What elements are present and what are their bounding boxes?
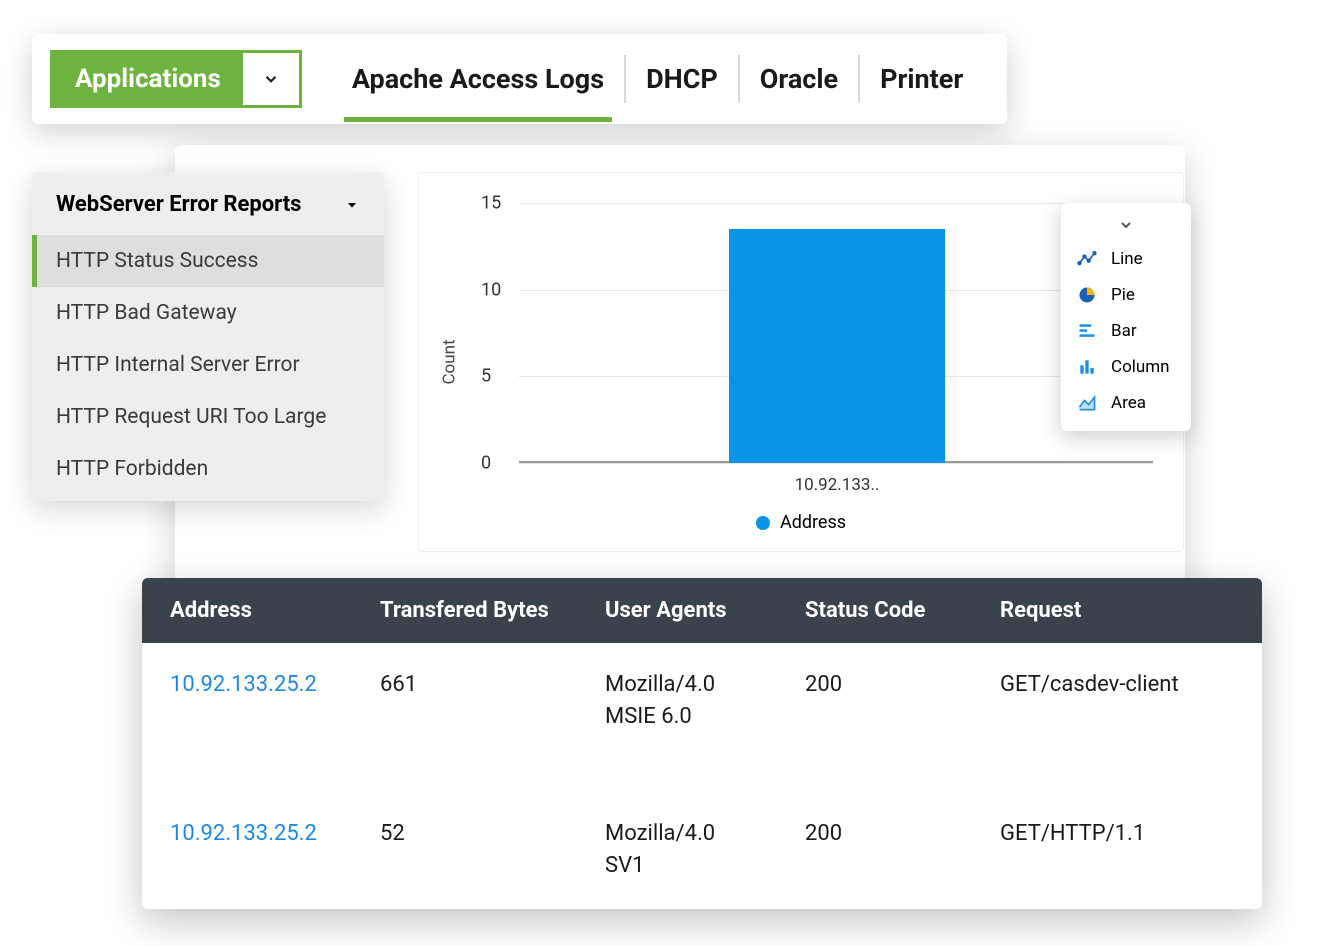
table-row: 10.92.133.25.2 52 Mozilla/4.0SV1 200 GET… — [142, 792, 1262, 909]
sidebar-header[interactable]: WebServer Error Reports — [32, 172, 384, 235]
chart-bar[interactable] — [729, 229, 945, 463]
tab-list: Apache Access Logs DHCP Oracle Printer — [332, 55, 983, 103]
chart-type-bar[interactable]: Bar — [1061, 313, 1191, 349]
pie-chart-icon — [1077, 285, 1097, 305]
x-tick-label: 10.92.133.. — [795, 475, 880, 495]
applications-dropdown-label: Applications — [53, 53, 243, 105]
tab-apache-access-logs[interactable]: Apache Access Logs — [332, 55, 626, 103]
y-tick: 15 — [481, 193, 501, 214]
th-address[interactable]: Address — [142, 598, 352, 623]
cell-bytes: 661 — [352, 669, 577, 733]
cell-request: GET/casdev-client — [972, 669, 1262, 733]
chart-type-area[interactable]: Area — [1061, 385, 1191, 421]
table-header: Address Transfered Bytes User Agents Sta… — [142, 578, 1262, 643]
caret-down-icon — [344, 197, 360, 213]
chart-type-label: Area — [1111, 393, 1146, 413]
y-tick: 5 — [481, 366, 491, 387]
cell-request: GET/HTTP/1.1 — [972, 818, 1262, 882]
sidebar-item-http-bad-gateway[interactable]: HTTP Bad Gateway — [32, 287, 384, 339]
tab-oracle[interactable]: Oracle — [740, 55, 860, 103]
cell-status: 200 — [777, 818, 972, 882]
th-transferred-bytes[interactable]: Transfered Bytes — [352, 598, 577, 623]
cell-bytes: 52 — [352, 818, 577, 882]
bar-chart-icon — [1077, 321, 1097, 341]
y-tick: 0 — [481, 453, 491, 474]
chart-type-label: Pie — [1111, 285, 1135, 305]
chart-plot: 05101510.92.133.. — [519, 203, 1153, 463]
chart-type-label: Column — [1111, 357, 1170, 377]
cell-address[interactable]: 10.92.133.25.2 — [142, 818, 352, 882]
chevron-down-icon — [262, 70, 280, 88]
table-row: 10.92.133.25.2 661 Mozilla/4.0MSIE 6.0 2… — [142, 643, 1262, 760]
chart-type-label: Bar — [1111, 321, 1137, 341]
cell-status: 200 — [777, 669, 972, 733]
chart-type-menu: Line Pie Bar Column Area — [1061, 203, 1191, 431]
chart-type-pie[interactable]: Pie — [1061, 277, 1191, 313]
sidebar-item-http-request-uri-too-large[interactable]: HTTP Request URI Too Large — [32, 391, 384, 443]
area-chart-icon — [1077, 393, 1097, 413]
sidebar-item-http-forbidden[interactable]: HTTP Forbidden — [32, 443, 384, 495]
sidebar-title: WebServer Error Reports — [56, 192, 301, 217]
cell-user-agent: Mozilla/4.0SV1 — [577, 818, 777, 882]
top-bar: Applications Apache Access Logs DHCP Ora… — [32, 34, 1007, 124]
th-request[interactable]: Request — [972, 598, 1262, 623]
th-user-agents[interactable]: User Agents — [577, 598, 777, 623]
tab-dhcp[interactable]: DHCP — [626, 55, 740, 103]
sidebar-item-http-status-success[interactable]: HTTP Status Success — [32, 235, 384, 287]
cell-user-agent: Mozilla/4.0MSIE 6.0 — [577, 669, 777, 733]
cell-address[interactable]: 10.92.133.25.2 — [142, 669, 352, 733]
chart-legend: Address — [756, 512, 846, 533]
chart-y-axis-label: Count — [440, 339, 460, 384]
sidebar-item-http-internal-server-error[interactable]: HTTP Internal Server Error — [32, 339, 384, 391]
applications-dropdown-toggle[interactable] — [243, 53, 299, 105]
chart-type-column[interactable]: Column — [1061, 349, 1191, 385]
legend-dot-icon — [756, 516, 770, 530]
y-tick: 10 — [481, 279, 501, 300]
chart-type-label: Line — [1111, 249, 1143, 269]
line-chart-icon — [1077, 249, 1097, 269]
sidebar: WebServer Error Reports HTTP Status Succ… — [32, 172, 384, 501]
tab-printer[interactable]: Printer — [860, 55, 983, 103]
chart-panel: Count 05101510.92.133.. Address Line Pie… — [418, 172, 1184, 552]
chevron-down-icon — [1118, 217, 1134, 233]
chart-menu-toggle[interactable] — [1061, 213, 1191, 241]
applications-dropdown[interactable]: Applications — [50, 50, 302, 108]
th-status-code[interactable]: Status Code — [777, 598, 972, 623]
legend-label: Address — [780, 512, 846, 533]
column-chart-icon — [1077, 357, 1097, 377]
chart-type-line[interactable]: Line — [1061, 241, 1191, 277]
log-table: Address Transfered Bytes User Agents Sta… — [142, 578, 1262, 909]
